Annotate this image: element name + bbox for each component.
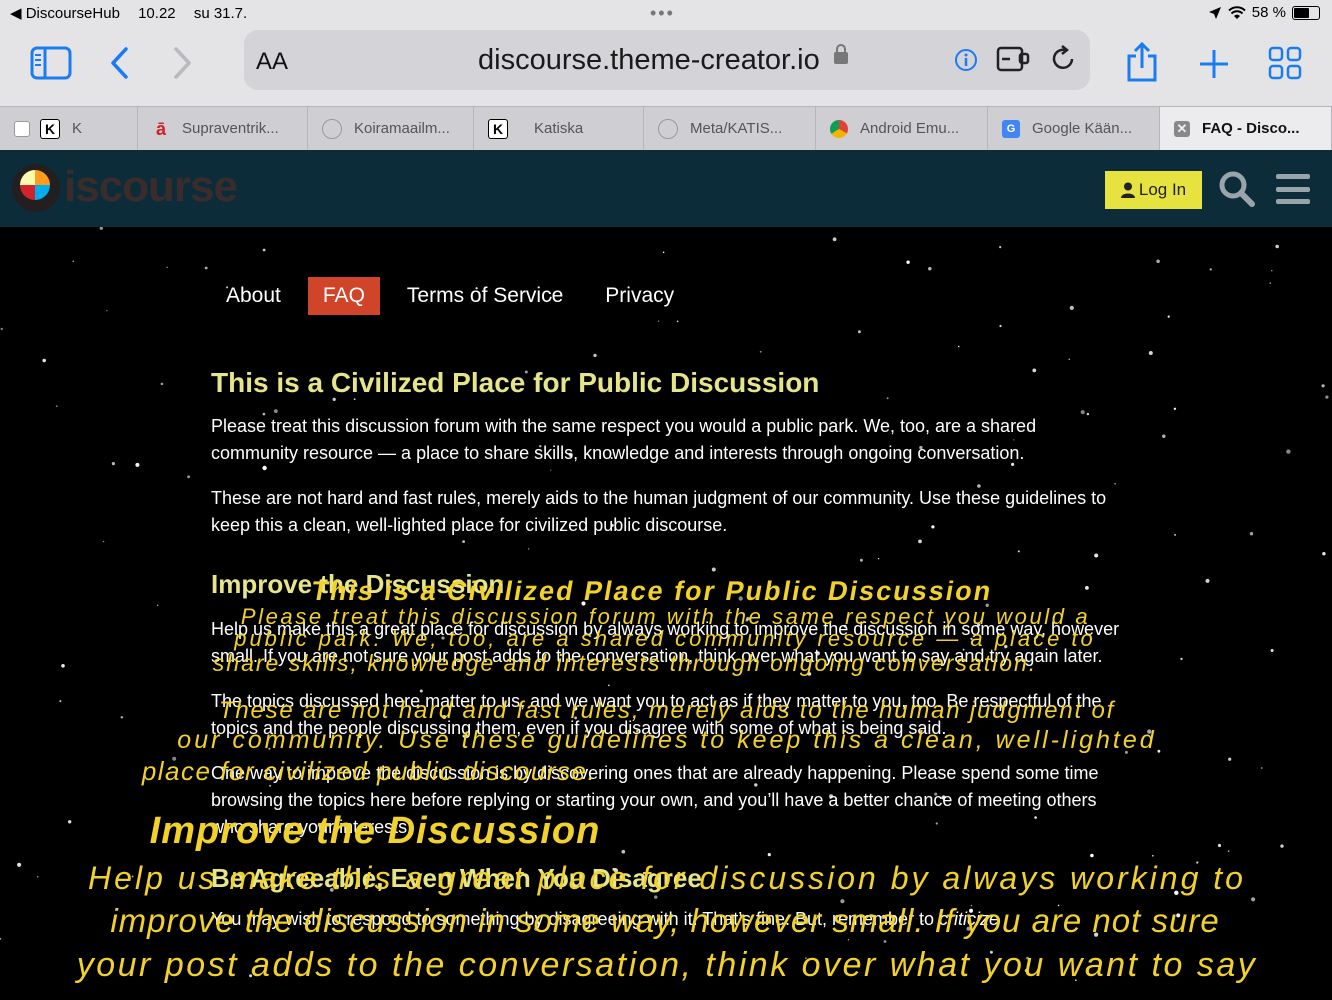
tab-label: FAQ - Disco... [1202, 120, 1300, 137]
status-bar: ◀ DiscourseHub 10.22 su 31.7. ••• 58 % [0, 0, 1332, 26]
multitasking-dots-icon[interactable]: ••• [650, 3, 675, 24]
tab-meta-katis[interactable]: Meta/KATIS... [644, 107, 816, 150]
paragraph: The topics discussed here matter to us, … [211, 691, 1102, 738]
logo-text: iscourse [64, 162, 238, 211]
info-icon[interactable] [954, 48, 978, 72]
android-favicon [830, 119, 848, 138]
time: 10.22 [138, 5, 176, 22]
tab-label: Katiska [534, 120, 584, 137]
paragraph-text: You may wish to respond to something by … [211, 909, 940, 929]
paragraph: These are not hard and fast rules, merel… [211, 488, 1107, 535]
sidebar-icon[interactable] [30, 46, 72, 80]
section-heading-agreeable: Be Agreeable, Even When You Disagree [211, 863, 702, 893]
main-content: About FAQ Terms of Service Privacy This … [0, 227, 1332, 1000]
emphasis: criticize [939, 909, 1000, 929]
nav-privacy[interactable]: Privacy [590, 277, 689, 315]
login-button[interactable]: Log In [1105, 171, 1202, 209]
paragraph: You may wish to respond to something by … [211, 906, 1121, 933]
back-to-app[interactable]: ◀ DiscourseHub [10, 5, 120, 22]
tab-label: Koiramaailm... [354, 120, 450, 137]
login-label: Log In [1138, 180, 1187, 199]
tab-supraventrik[interactable]: ā Supraventrik... [138, 107, 308, 150]
paragraph: One way to improve the discussion is by … [211, 763, 1099, 837]
faq-article: This is a Civilized Place for Public Dis… [211, 367, 1121, 951]
tab-google-translate[interactable]: G Google Kään... [988, 107, 1160, 150]
tab-label: Google Kään... [1032, 120, 1133, 137]
search-icon[interactable] [1218, 170, 1256, 208]
tab-android-emu[interactable]: Android Emu... [816, 107, 988, 150]
text-size-button[interactable]: AA [256, 48, 288, 76]
bubble-favicon [322, 118, 342, 139]
lock-icon [834, 44, 848, 64]
google-translate-favicon: G [1002, 119, 1020, 138]
supra-favicon: ā [155, 118, 166, 139]
page-title: This is a Civilized Place for Public Dis… [211, 367, 820, 398]
paragraph: Please treat this discussion forum with … [211, 416, 1037, 463]
g-favicon [14, 120, 30, 137]
forward-icon[interactable] [170, 46, 194, 80]
nav-terms-of-service[interactable]: Terms of Service [392, 277, 578, 315]
close-icon[interactable]: ✕ [1174, 120, 1190, 137]
tab-bar: K K ā Supraventrik... Koiramaailm... K K… [0, 106, 1332, 150]
new-tab-icon[interactable] [1198, 48, 1230, 80]
share-icon[interactable] [1124, 42, 1160, 82]
tab-label: K [72, 120, 83, 137]
extension-icon[interactable] [996, 44, 1030, 74]
tab-label: Supraventrik... [182, 120, 279, 137]
reload-icon[interactable] [1048, 44, 1078, 74]
nav-faq[interactable]: FAQ [307, 277, 380, 315]
site-header: iscourse Log In [0, 150, 1332, 227]
tab-label: Android Emu... [860, 120, 960, 137]
tab-faq-active[interactable]: ✕ FAQ - Disco... [1160, 107, 1332, 150]
tab-katiska[interactable]: K Katiska [474, 107, 644, 150]
date: su 31.7. [193, 5, 248, 22]
battery-percent: 58 % [1251, 4, 1286, 21]
k-favicon: K [488, 118, 508, 139]
tab-koiramaailm[interactable]: Koiramaailm... [308, 107, 474, 150]
faq-nav: About FAQ Terms of Service Privacy [211, 277, 701, 315]
tab-overview-icon[interactable] [1268, 46, 1302, 80]
address-bar[interactable]: AA discourse.theme-creator.io [244, 30, 1090, 90]
location-icon [1208, 6, 1221, 19]
k-favicon: K [40, 118, 60, 139]
url-text[interactable]: discourse.theme-creator.io [478, 44, 820, 77]
browser-chrome: ◀ DiscourseHub 10.22 su 31.7. ••• 58 % A… [0, 0, 1332, 150]
tab-k[interactable]: K K [0, 107, 138, 150]
user-icon [1120, 182, 1135, 198]
nav-about[interactable]: About [211, 277, 296, 315]
paragraph: Help us make this a great place for disc… [211, 619, 1120, 666]
tab-label: Meta/KATIS... [690, 120, 783, 137]
safari-toolbar: AA discourse.theme-creator.io [0, 26, 1332, 104]
bubble-favicon [658, 118, 678, 139]
logo-bubble-icon [12, 164, 60, 212]
hamburger-menu-icon[interactable] [1276, 174, 1310, 204]
back-icon[interactable] [108, 46, 132, 80]
section-heading-improve: Improve the Discussion [211, 569, 505, 599]
wifi-icon [1228, 5, 1246, 19]
battery-icon [1292, 5, 1320, 20]
